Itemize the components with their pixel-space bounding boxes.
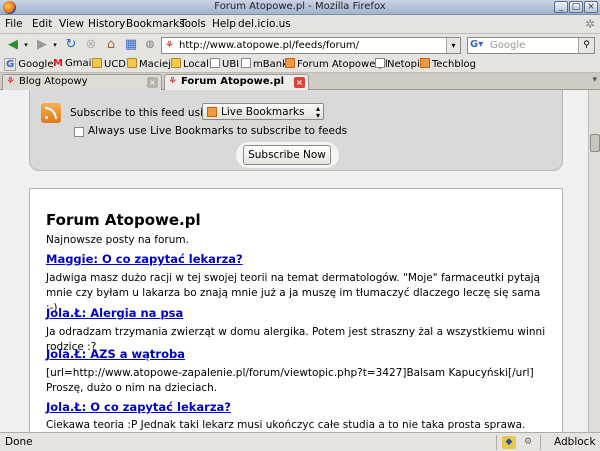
folder-icon — [92, 58, 102, 68]
stop-icon[interactable]: ⊗ — [82, 37, 100, 53]
extension-status-icon[interactable]: ◆ — [502, 436, 516, 449]
bookmark-google[interactable]: G Google — [4, 58, 53, 71]
always-use-label[interactable]: Always use Live Bookmarks to subscribe t… — [88, 125, 347, 137]
bookmark-maciej[interactable]: Maciej — [127, 58, 171, 70]
menu-delicious[interactable]: del.icio.us — [238, 18, 291, 30]
bookmark-manager-icon[interactable]: ▦ — [122, 37, 140, 53]
live-bookmark-icon — [207, 107, 217, 117]
menu-tools[interactable]: Tools — [180, 18, 206, 30]
search-input[interactable]: Google — [490, 40, 525, 51]
bookmark-forum-atopowe[interactable]: Forum Atopowe.pl — [285, 58, 388, 70]
site-favicon-icon: ⚘ — [6, 76, 15, 87]
menu-bar: File Edit View History Bookmarks Tools H… — [0, 15, 600, 34]
status-bar: Done ◆ ⚙ Adblock — [0, 432, 600, 451]
subscribe-label: Subscribe to this feed using — [70, 107, 217, 119]
entry-title-link[interactable]: Maggie: O co zapytać lekarza? — [46, 252, 243, 266]
page-icon — [241, 58, 251, 68]
menu-bookmarks[interactable]: Bookmarks — [126, 18, 185, 30]
search-icon[interactable]: ⚲ — [578, 38, 594, 53]
menu-file[interactable]: File — [5, 18, 23, 30]
close-window-button[interactable]: × — [584, 1, 598, 13]
bookmark-ucd[interactable]: UCD — [92, 58, 126, 70]
address-bar[interactable]: ⚘ http://www.atopowe.pl/feeds/forum/ ▾ — [161, 37, 461, 54]
tab-forum-atopowe[interactable]: ⚘ Forum Atopowe.pl × — [164, 74, 309, 90]
close-tab-icon[interactable]: × — [294, 77, 305, 88]
bookmark-local[interactable]: Local — [171, 58, 209, 70]
bookmark-techblog[interactable]: Techblog — [420, 58, 476, 70]
scrollbar-thumb[interactable] — [590, 134, 600, 152]
status-divider — [496, 435, 497, 450]
always-use-checkbox[interactable] — [74, 127, 84, 137]
address-input[interactable]: http://www.atopowe.pl/feeds/forum/ — [179, 40, 359, 51]
google-icon: G — [4, 58, 17, 71]
reader-select[interactable]: Live Bookmarks ▴ ▾ — [202, 103, 324, 120]
vertical-scrollbar[interactable] — [588, 90, 600, 432]
adblock-status[interactable]: Adblock — [554, 436, 596, 448]
menu-help[interactable]: Help — [212, 18, 236, 30]
feed-title: Forum Atopowe.pl — [46, 211, 201, 229]
navigation-toolbar: ◀ ▾ ▶ ▾ ↻ ⊗ ⌂ ▦ ◍ ⚘ http://www.atopowe.p… — [0, 34, 600, 56]
throbber-icon: ✲ — [584, 17, 595, 31]
reader-select-value: Live Bookmarks — [221, 106, 305, 118]
url-history-dropdown-icon[interactable]: ▾ — [446, 38, 460, 53]
feed-subtitle: Najnowsze posty na forum. — [46, 234, 189, 246]
folder-icon — [127, 58, 137, 68]
site-favicon-icon: ⚘ — [165, 40, 174, 51]
select-arrows-icon: ▴ ▾ — [315, 104, 320, 120]
close-tab-icon[interactable]: × — [147, 77, 158, 88]
gmail-icon: M — [53, 58, 63, 69]
maximize-button[interactable]: □ — [569, 1, 583, 13]
back-dropdown-icon[interactable]: ▾ — [22, 37, 30, 53]
subscribe-now-button[interactable]: Subscribe Now — [243, 145, 331, 165]
home-icon[interactable]: ⌂ — [102, 37, 120, 53]
status-divider — [540, 435, 541, 450]
window-title-bar: Forum Atopowe.pl - Mozilla Firefox _ □ × — [0, 0, 600, 15]
tab-blog-atopowy[interactable]: ⚘ Blog Atopowy × — [2, 74, 162, 90]
page-icon — [375, 58, 385, 68]
page-content: Subscribe to this feed using Live Bookma… — [0, 90, 588, 432]
subscribe-panel: Subscribe to this feed using Live Bookma… — [29, 90, 563, 171]
bookmark-ubi[interactable]: UBI — [210, 58, 239, 70]
menu-history[interactable]: History — [88, 18, 125, 30]
bookmark-netopia[interactable]: Netopia — [375, 58, 426, 70]
search-bar[interactable]: G▾ Google ⚲ — [467, 37, 595, 54]
google-engine-icon[interactable]: G▾ — [470, 39, 483, 50]
menu-view[interactable]: View — [59, 18, 84, 30]
entry-title-link[interactable]: Jola.Ł: AZS a wątroba — [46, 347, 185, 361]
rss-feed-icon — [41, 103, 61, 123]
rss-icon — [285, 58, 295, 68]
reload-icon[interactable]: ↻ — [62, 37, 80, 53]
page-icon — [210, 58, 220, 68]
tag-icon[interactable]: ◍ — [142, 37, 158, 53]
site-favicon-icon: ⚘ — [168, 76, 177, 87]
status-text: Done — [5, 436, 33, 448]
back-arrow-icon[interactable]: ◀ — [4, 37, 22, 53]
forward-dropdown-icon[interactable]: ▾ — [51, 37, 59, 53]
tab-bar: ⚘ Blog Atopowy × ⚘ Forum Atopowe.pl × ▾ — [0, 73, 600, 90]
feed-content: Forum Atopowe.pl Najnowsze posty na foru… — [29, 188, 563, 432]
entry-body: [url=http://www.atopowe-zapalenie.pl/for… — [46, 367, 534, 394]
folder-icon — [171, 58, 181, 68]
minimize-button[interactable]: _ — [554, 1, 568, 13]
bookmark-gmail[interactable]: M Gmail — [53, 58, 94, 69]
bookmarks-toolbar: G Google M Gmail UCD Maciej Local UBI mBan… — [0, 56, 600, 73]
entry-title-link[interactable]: Jola.Ł: Alergia na psa — [46, 306, 183, 320]
window-title: Forum Atopowe.pl - Mozilla Firefox — [214, 1, 386, 12]
forward-arrow-icon[interactable]: ▶ — [33, 37, 51, 53]
entry-body: Ciekawa teoria :P Jednak taki lekarz mus… — [46, 419, 526, 431]
menu-edit[interactable]: Edit — [32, 18, 52, 30]
tab-list-icon[interactable]: ▾ — [592, 75, 597, 85]
entry-title-link[interactable]: Jola.Ł: O co zapytać lekarza? — [46, 400, 231, 414]
tools-status-icon[interactable]: ⚙ — [521, 436, 535, 449]
bookmark-mbank[interactable]: mBank — [241, 58, 288, 70]
rss-icon — [420, 58, 430, 68]
